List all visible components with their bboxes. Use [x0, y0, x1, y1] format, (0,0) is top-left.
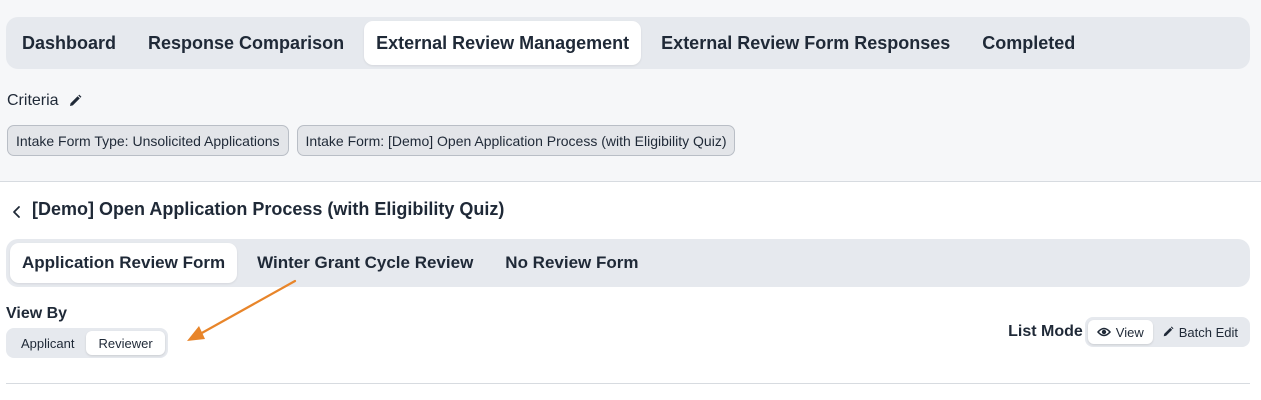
view-by-applicant-option[interactable]: Applicant — [9, 331, 86, 355]
tab-winter-grant-cycle-review[interactable]: Winter Grant Cycle Review — [245, 243, 485, 283]
criteria-panel: Dashboard Response Comparison External R… — [0, 0, 1261, 182]
tab-no-review-form[interactable]: No Review Form — [493, 243, 650, 283]
view-by-toggle: Applicant Reviewer — [6, 328, 168, 358]
criteria-chip: Intake Form Type: Unsolicited Applicatio… — [7, 125, 289, 156]
review-form-tab-bar: Application Review Form Winter Grant Cyc… — [6, 239, 1250, 287]
list-mode-batch-edit-label: Batch Edit — [1178, 324, 1238, 340]
list-mode-control: List Mode View Batch Edit — [1008, 317, 1250, 347]
tab-response-comparison[interactable]: Response Comparison — [136, 21, 356, 65]
view-by-reviewer-option[interactable]: Reviewer — [86, 331, 165, 355]
pencil-icon — [1163, 326, 1174, 337]
process-title: [Demo] Open Application Process (with El… — [32, 199, 505, 219]
top-tab-bar: Dashboard Response Comparison External R… — [6, 17, 1250, 69]
criteria-header: Criteria — [7, 92, 82, 110]
list-mode-label: List Mode — [1008, 323, 1083, 340]
tab-external-review-management[interactable]: External Review Management — [364, 21, 642, 65]
eye-icon — [1096, 327, 1111, 337]
pencil-icon[interactable] — [68, 94, 82, 108]
list-mode-batch-edit-button[interactable]: Batch Edit — [1153, 320, 1247, 344]
section-divider — [6, 383, 1250, 384]
view-by-label: View By — [6, 305, 68, 322]
tab-application-review-form[interactable]: Application Review Form — [10, 243, 238, 283]
process-header: [Demo] Open Application Process (with El… — [10, 199, 504, 220]
chevron-left-icon[interactable] — [10, 203, 24, 218]
criteria-chip: Intake Form: [Demo] Open Application Pro… — [296, 125, 736, 156]
list-mode-toggle: View Batch Edit — [1084, 317, 1250, 347]
criteria-chips: Intake Form Type: Unsolicited Applicatio… — [7, 125, 736, 156]
criteria-label: Criteria — [7, 92, 59, 109]
tab-external-review-form-responses[interactable]: External Review Form Responses — [649, 21, 962, 65]
tab-dashboard[interactable]: Dashboard — [10, 21, 128, 65]
list-mode-view-label: View — [1115, 324, 1144, 340]
tab-completed[interactable]: Completed — [970, 21, 1087, 65]
list-mode-view-button[interactable]: View — [1087, 320, 1153, 344]
